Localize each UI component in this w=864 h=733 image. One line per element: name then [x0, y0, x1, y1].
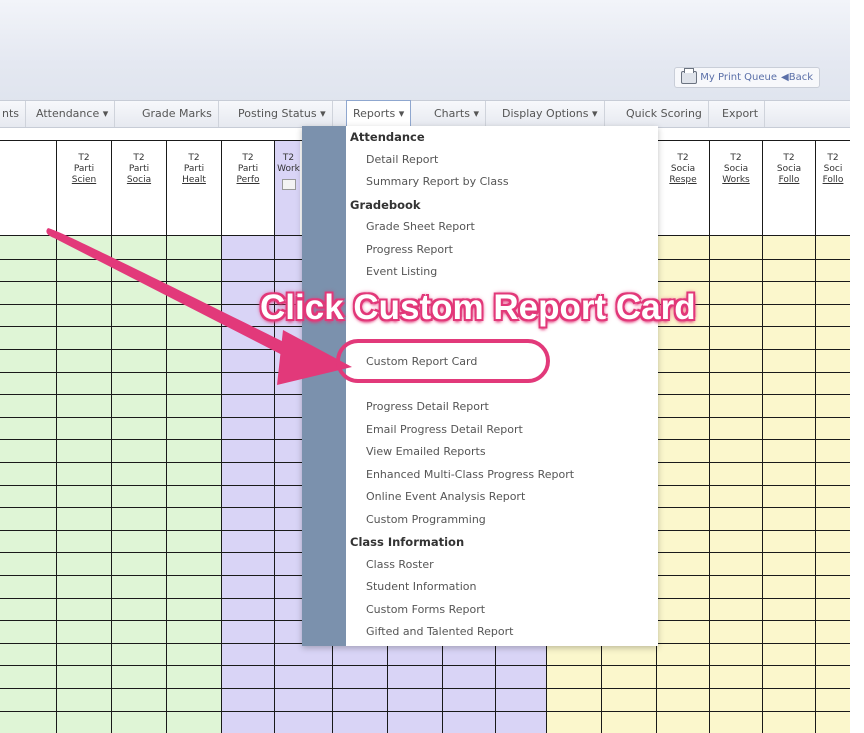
dropdown-item[interactable]: Detail Report [346, 149, 658, 172]
column-header[interactable]: T2 Parti Perfo [222, 140, 274, 236]
column-header[interactable]: T2 Socia Follo [763, 140, 815, 236]
menu-item-grade-marks[interactable]: Grade Marks [136, 101, 219, 127]
dropdown-item[interactable]: Grade Sheet Report [346, 216, 658, 239]
menu-item-posting-status[interactable]: Posting Status ▾ [232, 101, 333, 127]
column-header[interactable]: T2 Parti Healt [167, 140, 221, 236]
column-header[interactable]: T2 Soci Follo [816, 140, 850, 236]
menu-item-events[interactable]: nts [0, 101, 27, 127]
menu-bar: nts Attendance ▾ Grade Marks Posting Sta… [0, 100, 850, 128]
dropdown-sidebar [302, 126, 346, 646]
grid-column: T2 Socia Respe [657, 140, 710, 733]
menu-item-quick-scoring[interactable]: Quick Scoring [620, 101, 709, 127]
column-header[interactable]: T2 Socia Works [710, 140, 762, 236]
grid-column: T2 Parti Perfo [222, 140, 275, 733]
dropdown-item[interactable]: Class Roster [346, 554, 658, 577]
dropdown-item[interactable]: Email Progress Detail Report [346, 419, 658, 442]
row-divider [0, 665, 850, 666]
column-header[interactable] [0, 140, 56, 236]
row-divider [0, 711, 850, 712]
menu-item-attendance[interactable]: Attendance ▾ [30, 101, 116, 127]
grid-column: T2 Socia Follo [763, 140, 816, 733]
grid-column: T2 Parti Scien [57, 140, 112, 733]
column-toggle-button[interactable] [281, 179, 296, 190]
dropdown-item[interactable]: Custom Forms Report [346, 599, 658, 622]
grid-column: T2 Parti Socia [112, 140, 167, 733]
print-queue-label: My Print Queue [700, 72, 778, 83]
dropdown-item[interactable]: View Emailed Reports [346, 441, 658, 464]
dropdown-item[interactable]: Custom Programming [346, 509, 658, 532]
row-divider [0, 688, 850, 689]
column-header[interactable]: T2 Work [275, 140, 302, 236]
dropdown-item[interactable]: Gifted and Talented Report [346, 621, 658, 644]
dropdown-item[interactable] [346, 329, 658, 352]
menu-item-charts[interactable]: Charts ▾ [428, 101, 486, 127]
grid-column: T2 Soci Follo [816, 140, 850, 733]
dropdown-section-header: Gradebook [350, 197, 421, 212]
reports-dropdown-menu: Attendance Detail Report Summary Report by… [302, 126, 658, 646]
dropdown-section-header: Attendance [350, 130, 425, 144]
menu-item-export[interactable]: Export [716, 101, 766, 127]
menu-item-reports[interactable]: Reports ▾ [346, 100, 412, 127]
dropdown-item[interactable]: Custom Report Card [346, 351, 658, 374]
header-band [0, 0, 850, 106]
print-toolbar: My Print Queue ◀Back [674, 67, 820, 88]
annotation-callout: Click Custom Report Card [260, 288, 696, 327]
back-button[interactable]: ◀Back [781, 71, 813, 84]
dropdown-item[interactable]: Summary Report by Class [346, 171, 658, 194]
grid-column: T2 Socia Works [710, 140, 763, 733]
dropdown-item[interactable] [346, 374, 658, 397]
column-header[interactable]: T2 Parti Scien [57, 140, 111, 236]
print-queue-button[interactable]: My Print Queue [681, 68, 778, 84]
dropdown-item[interactable]: Progress Report [346, 239, 658, 262]
dropdown-item[interactable]: Progress Detail Report [346, 396, 658, 419]
dropdown-item[interactable]: Student Information [346, 576, 658, 599]
dropdown-section-header: Class Information [350, 535, 465, 549]
column-header[interactable]: T2 Parti Socia [112, 140, 166, 236]
right-edge [850, 0, 864, 733]
grid-column: T2 Work [275, 140, 303, 733]
dropdown-item[interactable]: Event Listing [346, 261, 658, 284]
dropdown-item[interactable]: Enhanced Multi-Class Progress Report [346, 464, 658, 487]
menu-item-display-options[interactable]: Display Options ▾ [496, 101, 605, 127]
grid-column [0, 140, 57, 733]
dropdown-list: Attendance Detail Report Summary Report by… [346, 126, 658, 644]
printer-icon [681, 68, 698, 84]
grid-column: T2 Parti Healt [167, 140, 222, 733]
dropdown-item[interactable]: Online Event Analysis Report [346, 486, 658, 509]
column-header[interactable]: T2 Socia Respe [657, 140, 709, 236]
